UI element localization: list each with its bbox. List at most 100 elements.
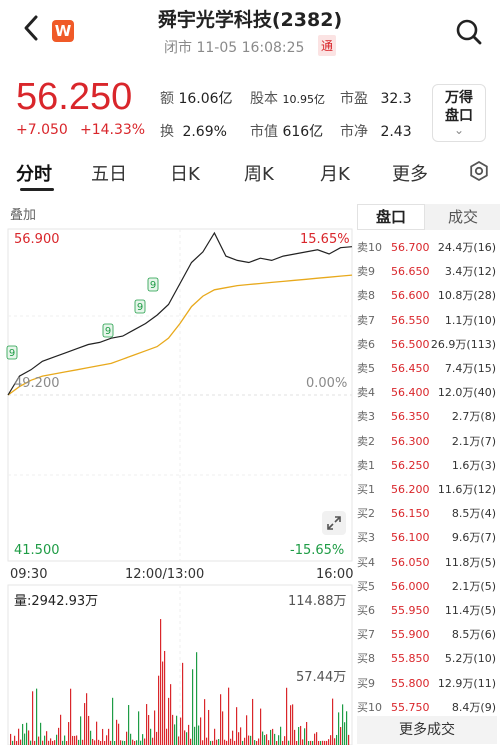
ask-row: 卖6 56.500 26.9万(113): [357, 333, 500, 357]
more-trades-button[interactable]: 更多成交: [357, 716, 497, 744]
volume-bar: [64, 735, 66, 745]
volume-bar: [68, 722, 70, 745]
volume-bar: [178, 736, 180, 745]
volume-bar: [130, 733, 132, 745]
chart-settings-button[interactable]: [468, 160, 490, 182]
volume-bar: [294, 729, 296, 745]
volume-bar: [154, 710, 156, 745]
average-price-line: [7, 274, 353, 396]
signal-marker: 9: [102, 323, 114, 338]
volume-bar: [282, 740, 284, 745]
volume-bar: [256, 740, 258, 745]
level-price: 56.550: [391, 313, 430, 327]
volume-bar: [266, 734, 268, 745]
volume-bar: [158, 675, 160, 745]
tab-intraday[interactable]: 分时: [16, 160, 52, 186]
bid-row: 买8 55.850 5.2万(10): [357, 647, 500, 671]
level-price: 55.800: [391, 676, 430, 690]
expand-icon: [322, 511, 346, 535]
tab-trades[interactable]: 成交: [430, 204, 496, 230]
volume-bar: [44, 735, 46, 745]
level-quantity: 1.1万(10): [444, 313, 496, 327]
overlay-button[interactable]: 叠加: [10, 204, 36, 223]
volume-axis-max: 114.88万: [288, 594, 347, 609]
level-label: 卖2: [357, 434, 375, 448]
last-price: 56.250: [16, 76, 133, 118]
volume-bar: [62, 740, 64, 745]
volume-bar: [72, 735, 74, 745]
bid-row: 买6 55.950 11.4万(5): [357, 599, 500, 623]
tab-orderbook[interactable]: 盘口: [357, 204, 425, 230]
ask-row: 卖10 56.700 24.4万(16): [357, 236, 500, 260]
tab-monthly-k[interactable]: 月K: [320, 160, 350, 186]
period-tabs: 分时 五日 日K 周K 月K 更多: [0, 152, 500, 192]
volume-bar: [186, 732, 188, 745]
tab-daily-k[interactable]: 日K: [170, 160, 200, 186]
volume-bar: [22, 723, 24, 745]
volume-bar: [320, 740, 322, 745]
volume-bar: [208, 709, 210, 745]
volume-bar: [226, 740, 228, 745]
tab-more[interactable]: 更多: [392, 160, 428, 186]
search-button[interactable]: [455, 18, 483, 46]
volume-bar: [76, 735, 78, 745]
volume-bar: [164, 650, 166, 745]
volume-bar: [28, 730, 30, 745]
stat-turnover-amount: 额 16.06亿: [160, 88, 233, 108]
volume-bar: [236, 707, 238, 745]
volume-bar: [270, 729, 272, 745]
volume-bar: [332, 698, 334, 745]
volume-bar: [124, 740, 126, 745]
volume-bar: [204, 699, 206, 745]
time-label-open: 09:30: [10, 567, 48, 582]
level-label: 卖4: [357, 386, 375, 400]
gear-icon: [470, 160, 488, 182]
volume-bar: [244, 737, 246, 745]
wande-orderbook-button[interactable]: 万得 盘口 ⌄: [432, 84, 486, 142]
volume-bar: [214, 728, 216, 745]
volume-total: 量:2942.93万: [14, 594, 99, 609]
bid-row: 买2 56.150 8.5万(4): [357, 502, 500, 526]
level-label: 买1: [357, 483, 375, 496]
level-price: 56.250: [391, 458, 430, 472]
volume-bar: [48, 740, 50, 745]
level-label: 买3: [357, 531, 375, 545]
level-quantity: 2.7万(8): [451, 410, 496, 424]
volume-bar: [112, 697, 114, 745]
stat-pb: 市净 2.43: [340, 121, 412, 141]
volume-bar: [212, 740, 214, 745]
stat-value: 16.06亿: [178, 91, 233, 107]
tab-five-day[interactable]: 五日: [91, 160, 127, 186]
tab-weekly-k[interactable]: 周K: [244, 160, 274, 186]
level-label: 买9: [357, 676, 375, 690]
level-quantity: 9.6万(7): [451, 531, 496, 545]
volume-bar: [198, 725, 200, 745]
volume-bar: [304, 728, 306, 745]
fullscreen-button[interactable]: [322, 511, 346, 535]
stat-value: 10.95亿: [282, 93, 325, 106]
volume-bar: [258, 738, 260, 745]
stat-share-capital: 股本 10.95亿: [250, 88, 325, 108]
signal-marker-label: 9: [9, 348, 15, 359]
volume-bar: [14, 735, 16, 745]
volume-bar: [242, 740, 244, 745]
volume-bar: [206, 737, 208, 745]
volume-bar: [268, 740, 270, 745]
volume-bar: [12, 740, 14, 745]
ask-row: 卖2 56.300 2.1万(7): [357, 430, 500, 454]
volume-bar: [224, 739, 226, 745]
volume-bar: [192, 669, 194, 745]
volume-bar: [286, 687, 288, 745]
volume-bar: [324, 740, 326, 745]
volume-bar: [96, 721, 98, 745]
stat-value: 2.43: [380, 124, 412, 140]
volume-bar: [238, 732, 240, 745]
level-label: 卖10: [357, 241, 382, 254]
volume-bar: [116, 719, 118, 745]
signal-marker-label: 9: [150, 280, 156, 291]
volume-bar: [66, 740, 68, 745]
search-icon: [456, 19, 482, 45]
volume-bar: [176, 715, 178, 745]
level-price: 56.350: [391, 410, 430, 424]
level-label: 买5: [357, 579, 375, 593]
